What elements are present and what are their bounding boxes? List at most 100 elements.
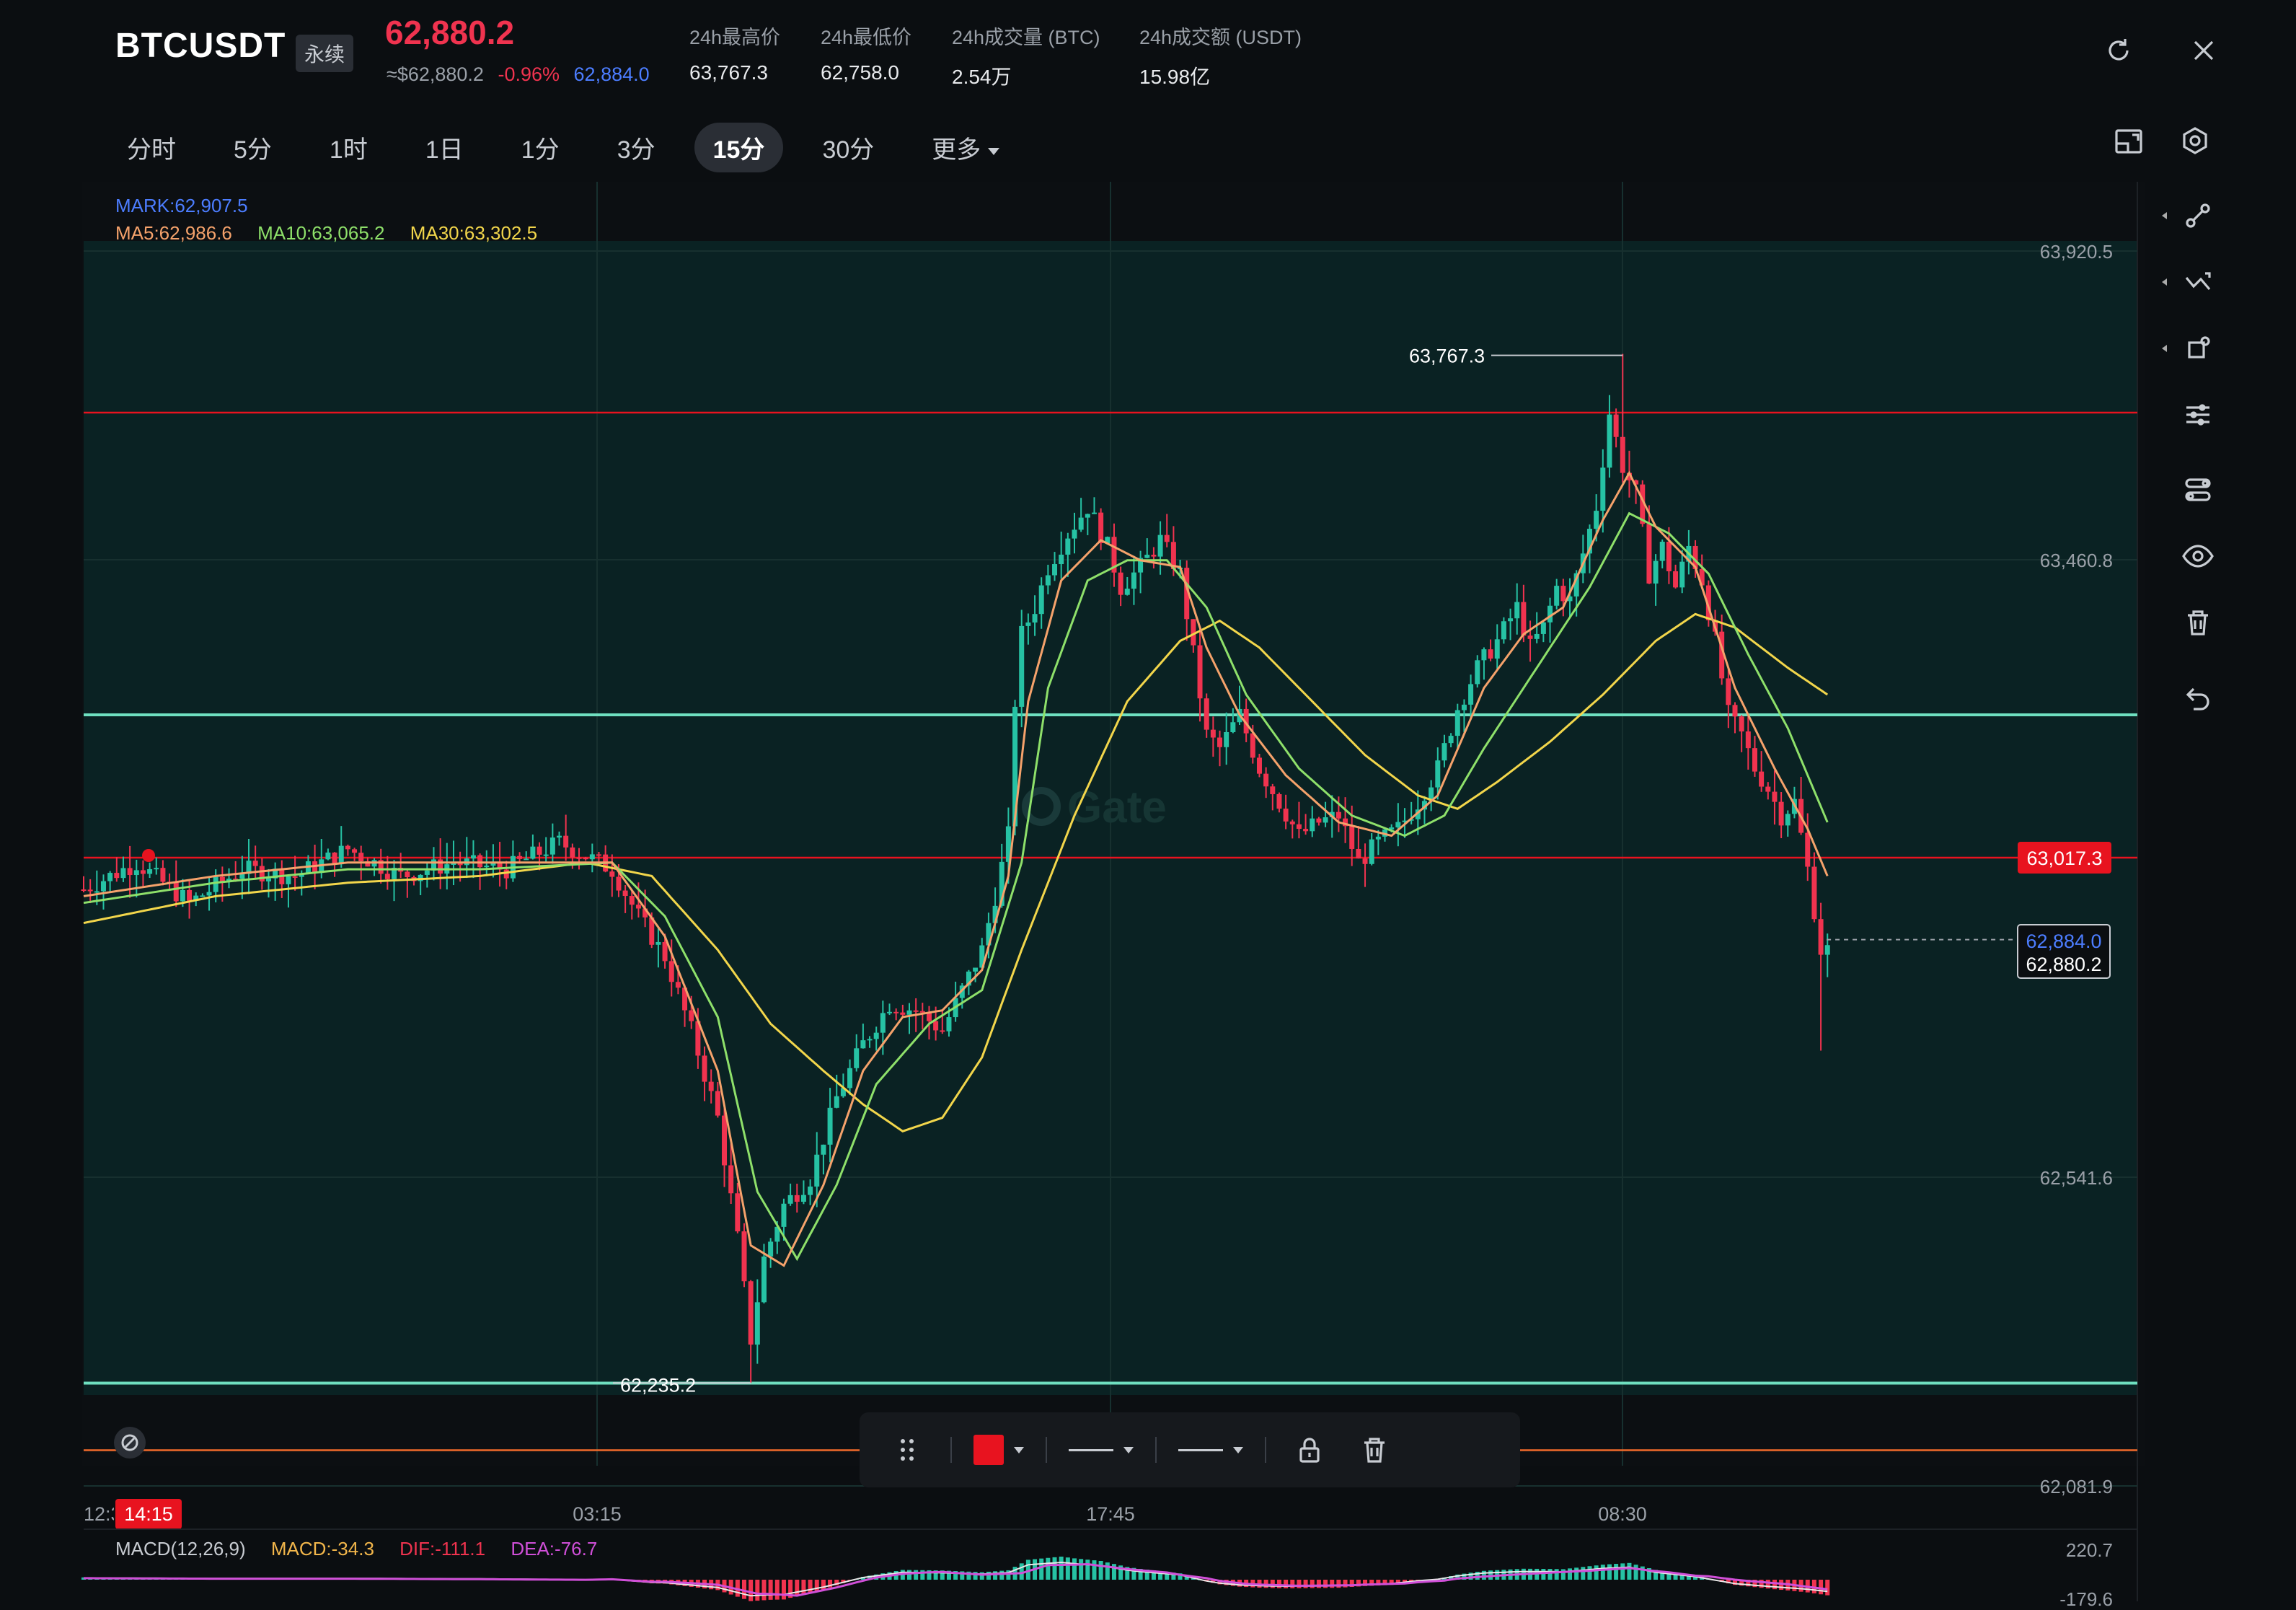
macd-bar xyxy=(1257,1580,1262,1588)
horizontal-drawn-lines[interactable] xyxy=(84,411,2137,1451)
candle-body xyxy=(1421,801,1427,810)
macd-bar xyxy=(1244,1580,1249,1588)
candle-body xyxy=(1382,829,1388,837)
candle-body xyxy=(1481,649,1487,661)
moving-average-lines xyxy=(83,470,2019,1267)
macd-bar xyxy=(1435,1579,1440,1580)
tab-1m[interactable]: 1分 xyxy=(503,123,578,172)
lock-button[interactable] xyxy=(1288,1428,1331,1472)
candle-body xyxy=(87,889,93,892)
tab-15m[interactable]: 15分 xyxy=(694,122,784,172)
macd-value: MACD:-34.3 xyxy=(270,1538,374,1560)
object-tree-tool[interactable] xyxy=(2162,465,2234,515)
macd-bar xyxy=(94,1577,100,1580)
tab-more[interactable]: 更多 xyxy=(913,123,1018,172)
macd-bar xyxy=(1118,1565,1123,1580)
macd-bar xyxy=(940,1570,945,1580)
candle-body xyxy=(120,868,126,879)
gate-watermark: Gate xyxy=(1022,783,1167,832)
macd-bar xyxy=(1409,1580,1414,1583)
color-picker[interactable] xyxy=(973,1435,1024,1465)
candle-body xyxy=(411,877,417,881)
close-button[interactable] xyxy=(2182,29,2225,72)
tab-1d[interactable]: 1日 xyxy=(407,123,482,172)
candle-body xyxy=(352,849,358,853)
indicator-settings-tool[interactable] xyxy=(2162,390,2234,440)
macd-bar xyxy=(1349,1580,1354,1587)
macd-bar xyxy=(1330,1580,1335,1588)
delete-drawings-tool[interactable] xyxy=(2162,597,2234,648)
tab-5m[interactable]: 5分 xyxy=(215,123,291,172)
chart-logo-button[interactable] xyxy=(114,1427,146,1459)
line-width-picker[interactable] xyxy=(1178,1446,1243,1453)
visibility-tool[interactable] xyxy=(2162,531,2234,581)
candle-body xyxy=(1283,809,1289,822)
candle-body xyxy=(1594,511,1599,529)
macd-bar xyxy=(477,1578,482,1580)
tab-3m[interactable]: 3分 xyxy=(599,123,674,172)
chevron-down-icon xyxy=(1014,1446,1024,1453)
chevron-down-icon xyxy=(1233,1446,1243,1453)
macd-bar xyxy=(253,1578,258,1580)
candle-body xyxy=(609,871,615,877)
macd-bar xyxy=(755,1580,760,1601)
macd-bar xyxy=(1673,1572,1678,1580)
macd-bar xyxy=(1646,1568,1651,1580)
macd-bar xyxy=(193,1578,198,1580)
candle-body xyxy=(887,1011,893,1013)
candle-body xyxy=(1494,639,1500,659)
macd-bar xyxy=(114,1578,119,1580)
candle-body xyxy=(808,1186,813,1195)
candle-body xyxy=(398,868,404,872)
candle-body xyxy=(246,861,252,874)
candle-body xyxy=(1818,919,1824,955)
macd-bar xyxy=(537,1579,542,1580)
macd-bar xyxy=(914,1570,919,1580)
logo-icon xyxy=(121,1434,138,1451)
trendline-tool[interactable] xyxy=(2162,190,2234,241)
macd-bar xyxy=(1495,1570,1500,1580)
expand-icon xyxy=(2162,278,2167,286)
polyline-tool[interactable] xyxy=(2162,257,2234,307)
drag-handle[interactable] xyxy=(886,1428,929,1472)
undo-icon xyxy=(2186,687,2209,711)
macd-bar xyxy=(498,1578,503,1580)
settings-button[interactable] xyxy=(2173,120,2217,163)
candle-body xyxy=(510,855,516,879)
undo-tool[interactable] xyxy=(2162,672,2234,723)
shape-tool[interactable] xyxy=(2162,323,2234,374)
candle-body xyxy=(1521,602,1527,636)
candle-body xyxy=(794,1195,800,1202)
last-price-label: 62,880.2 xyxy=(2026,954,2101,975)
tab-30m[interactable]: 30分 xyxy=(803,123,893,172)
macd-bar xyxy=(1535,1568,1540,1580)
layout-button[interactable] xyxy=(2107,120,2150,163)
macd-bar xyxy=(979,1572,984,1580)
macd-bar xyxy=(695,1580,700,1588)
macd-bar xyxy=(874,1574,879,1580)
candle-body xyxy=(424,870,430,875)
macd-bar xyxy=(1290,1580,1295,1588)
candle-body xyxy=(1765,786,1771,792)
macd-bar xyxy=(1316,1580,1321,1588)
macd-bar xyxy=(458,1578,463,1580)
macd-bar xyxy=(900,1570,905,1580)
refresh-button[interactable] xyxy=(2097,29,2140,72)
candle-body xyxy=(286,876,291,884)
candle-body xyxy=(953,998,958,1018)
macd-bar xyxy=(946,1570,951,1580)
toolbar-divider xyxy=(950,1437,952,1463)
macd-bar xyxy=(1012,1567,1017,1580)
candle-body xyxy=(1713,620,1718,632)
ma10-legend: MA10:63,065.2 xyxy=(257,222,385,244)
delete-line-button[interactable] xyxy=(1353,1428,1396,1472)
macd-bar xyxy=(781,1580,786,1600)
macd-bar xyxy=(1395,1580,1400,1584)
candle-body xyxy=(973,967,979,972)
candle-body xyxy=(378,860,384,874)
candle-body xyxy=(332,852,337,865)
tab-1h[interactable]: 1时 xyxy=(311,123,387,172)
line-style-picker[interactable] xyxy=(1069,1446,1134,1453)
candle-body xyxy=(847,1068,853,1088)
tab-timeline[interactable]: 分时 xyxy=(108,123,195,172)
